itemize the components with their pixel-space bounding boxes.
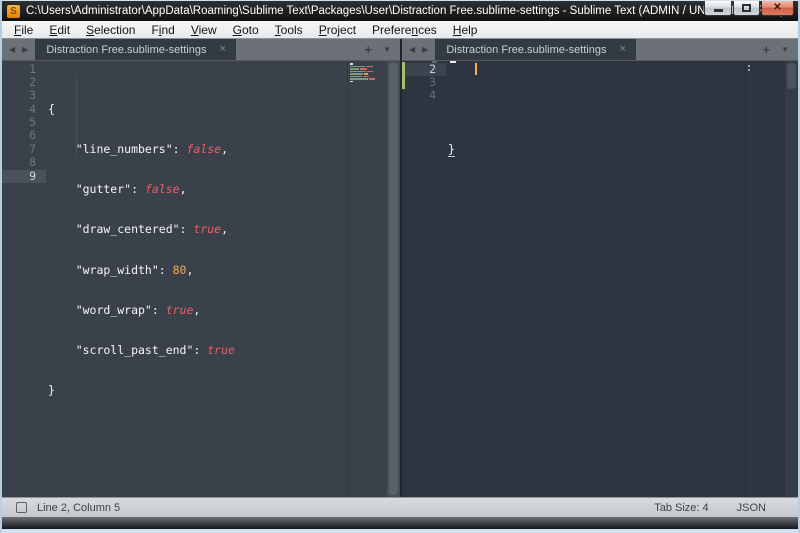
code-line[interactable]: "wrap_width": 80,: [46, 264, 347, 277]
code-line[interactable]: "word_wrap": true,: [46, 304, 347, 317]
status-bar: Line 2, Column 5 Tab Size: 4 JSON: [2, 497, 798, 517]
minimap-content: [350, 63, 375, 83]
code-line[interactable]: "gutter": false,: [46, 183, 347, 196]
window-bottom-frame: [2, 517, 798, 533]
editor-region: ◀ ▶ Distraction Free.sublime-settings × …: [2, 39, 798, 497]
code-line[interactable]: "line_numbers": false,: [46, 143, 347, 156]
right-gutter: 2 3 4: [402, 61, 446, 497]
right-tab-bar: ◀ ▶ Distraction Free.sublime-settings × …: [402, 39, 798, 61]
new-tab-icon[interactable]: +: [364, 43, 372, 56]
left-tab-bar-actions: + ▼: [364, 39, 400, 60]
code-line[interactable]: {: [46, 103, 347, 116]
modified-lines-marker: [402, 62, 405, 89]
left-editor[interactable]: 1 2 3 4 5 6 7 8 9 { "line_numbers": fals…: [2, 61, 400, 497]
sublime-text-window: S C:\Users\Administrator\AppData\Roaming…: [0, 0, 800, 533]
menu-find[interactable]: Find: [143, 22, 182, 38]
right-tab-distraction-free[interactable]: Distraction Free.sublime-settings ×: [435, 39, 636, 60]
code-line[interactable]: }: [46, 384, 347, 397]
code-line[interactable]: }: [446, 143, 745, 156]
menu-preferences[interactable]: Preferences: [364, 22, 445, 38]
right-editor[interactable]: 2 3 4 }: [402, 61, 798, 497]
tab-size-indicator[interactable]: Tab Size: 4: [654, 502, 708, 514]
new-tab-icon[interactable]: +: [762, 43, 770, 56]
left-scrollbar-thumb[interactable]: [389, 63, 398, 495]
chevron-right-icon[interactable]: ▶: [422, 45, 428, 54]
left-minimap[interactable]: [347, 61, 387, 497]
left-tab-scroll-arrows: ◀ ▶: [2, 39, 34, 60]
left-pane: ◀ ▶ Distraction Free.sublime-settings × …: [2, 39, 400, 497]
tab-overflow-icon[interactable]: ▼: [383, 45, 391, 54]
menu-tools[interactable]: Tools: [267, 22, 311, 38]
status-square-icon: [16, 502, 27, 513]
code-line[interactable]: "draw_centered": true,: [46, 223, 347, 236]
clipped-line-gutter: [432, 61, 437, 63]
menu-goto[interactable]: Goto: [225, 22, 267, 38]
left-scrollbar[interactable]: [387, 61, 400, 497]
left-code-area[interactable]: { "line_numbers": false, "gutter": false…: [46, 61, 347, 497]
current-line-number: 9: [2, 170, 46, 183]
cursor-position: Line 2, Column 5: [37, 502, 120, 514]
chevron-right-icon[interactable]: ▶: [22, 45, 28, 54]
window-controls: ✕: [703, 1, 794, 16]
minimap-content: [748, 65, 750, 67]
right-scrollbar-thumb[interactable]: [787, 63, 796, 89]
right-tab-scroll-arrows: ◀ ▶: [402, 39, 434, 60]
left-tab-distraction-free[interactable]: Distraction Free.sublime-settings ×: [35, 39, 236, 60]
tab-close-icon[interactable]: ×: [219, 44, 225, 55]
close-button[interactable]: ✕: [761, 1, 794, 16]
tab-label: Distraction Free.sublime-settings: [46, 44, 206, 56]
indent-guide: [76, 76, 77, 156]
minimize-button[interactable]: [704, 1, 732, 16]
status-bar-right: Tab Size: 4 JSON: [654, 502, 798, 514]
current-line-number: 2: [402, 63, 446, 76]
right-minimap[interactable]: [745, 61, 785, 497]
matched-bracket: }: [448, 142, 455, 157]
sublime-text-logo-icon: S: [7, 5, 20, 18]
tab-overflow-icon[interactable]: ▼: [781, 45, 789, 54]
menu-bar: File Edit Selection Find View Goto Tools…: [2, 21, 798, 39]
close-icon: ✕: [773, 3, 781, 13]
code-line[interactable]: [446, 183, 745, 196]
title-bar: S C:\Users\Administrator\AppData\Roaming…: [2, 1, 798, 21]
tab-label: Distraction Free.sublime-settings: [446, 44, 606, 56]
frame-gradient-band: [2, 517, 798, 529]
right-scrollbar[interactable]: [785, 61, 798, 497]
minimize-icon: [714, 9, 723, 12]
left-tab-bar: ◀ ▶ Distraction Free.sublime-settings × …: [2, 39, 400, 61]
code-line[interactable]: [446, 103, 745, 116]
code-line[interactable]: "scroll_past_end": true: [46, 344, 347, 357]
syntax-indicator[interactable]: JSON: [737, 502, 766, 514]
menu-view[interactable]: View: [183, 22, 225, 38]
menu-help[interactable]: Help: [445, 22, 486, 38]
left-gutter: 1 2 3 4 5 6 7 8 9: [2, 61, 46, 497]
maximize-button[interactable]: [733, 1, 760, 16]
window-title: C:\Users\Administrator\AppData\Roaming\S…: [26, 5, 798, 17]
tab-close-icon[interactable]: ×: [619, 44, 625, 55]
chevron-left-icon[interactable]: ◀: [409, 45, 415, 54]
chevron-left-icon[interactable]: ◀: [9, 45, 15, 54]
menu-project[interactable]: Project: [311, 22, 364, 38]
maximize-icon: [742, 4, 751, 12]
right-pane: ◀ ▶ Distraction Free.sublime-settings × …: [402, 39, 798, 497]
right-code-area[interactable]: }: [446, 61, 745, 497]
right-tab-bar-actions: + ▼: [762, 39, 798, 60]
frame-glow-band: [2, 529, 798, 533]
menu-file[interactable]: File: [6, 22, 41, 38]
menu-edit[interactable]: Edit: [41, 22, 78, 38]
text-caret: [475, 63, 477, 75]
code-line[interactable]: [46, 424, 347, 437]
menu-selection[interactable]: Selection: [78, 22, 143, 38]
